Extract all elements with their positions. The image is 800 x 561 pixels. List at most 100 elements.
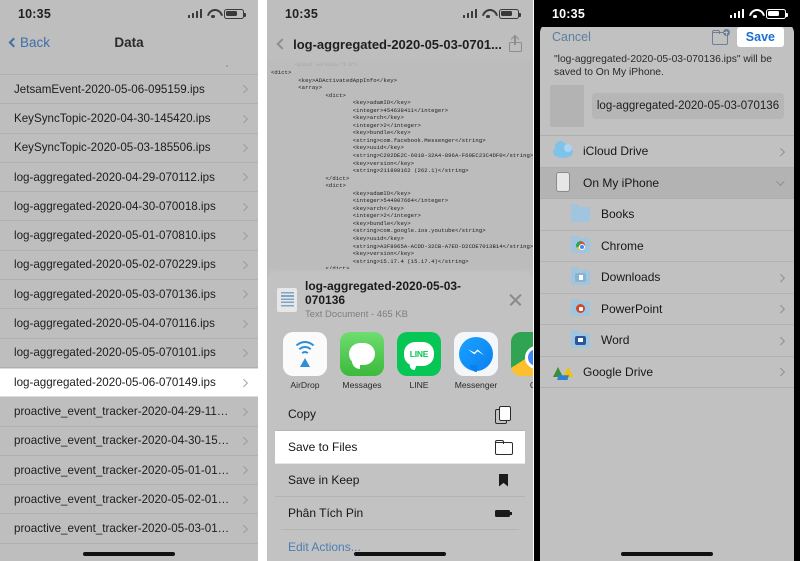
share-app-item[interactable]: AirDrop <box>283 332 327 390</box>
file-list-item[interactable]: proactive_event_tracker-2020-05-02-01334… <box>0 485 258 515</box>
xml-preview: <plist version="1.0"> <dict> <key>ADActi… <box>267 61 533 269</box>
file-name: proactive_event_tracker-2020-04-30-15093… <box>14 434 233 448</box>
back-button[interactable]: Back <box>8 35 50 50</box>
location-item[interactable]: Downloads <box>540 262 794 294</box>
file-list-item[interactable]: proactive_event_tracker-2020-04-30-15093… <box>0 427 258 456</box>
save-button[interactable]: Save <box>736 26 784 47</box>
share-app-label: Messenger <box>454 380 498 390</box>
chevron-right-icon <box>776 336 785 345</box>
phone-screen-file-list: 10:35 Back Data JetsamEvent-2020-05-06-0… <box>0 0 258 561</box>
file-list-item[interactable]: log-aggregated-2020-05-02-070229.ips <box>0 251 258 281</box>
share-app-item[interactable]: Messages <box>340 332 384 390</box>
xml-line: <integer>544007664</integer> <box>271 197 449 205</box>
home-indicator-3 <box>621 552 713 556</box>
file-list-item[interactable]: log-aggregated-2020-05-01-070810.ips <box>0 221 258 251</box>
file-list-item[interactable]: proactive_event_tracker-2020-05-03-01305… <box>0 514 258 544</box>
file-list-item[interactable]: log-aggregated-2020-05-04-070116.ips <box>0 309 258 339</box>
file-list[interactable]: JetsamEvent-2020-05-06-095159.ips KeySync… <box>0 75 258 544</box>
document-title: log-aggregated-2020-05-03-0701... <box>293 36 502 52</box>
file-list-item[interactable]: log-aggregated-2020-04-30-070018.ips <box>0 192 258 222</box>
messages-icon[interactable] <box>340 332 384 376</box>
file-list-item[interactable]: log-aggregated-2020-05-06-070149.ips <box>0 367 258 398</box>
messenger-icon[interactable] <box>454 332 498 376</box>
iphone-icon <box>553 172 574 193</box>
folder-books-icon <box>571 204 592 225</box>
xml-line: <string>A3F8965A-ACDD-32CB-A7ED-D2CDE701… <box>271 242 533 250</box>
file-list-item[interactable]: JetsamEvent-2020-05-06-095159.ips <box>0 75 258 105</box>
new-folder-icon[interactable] <box>711 29 730 45</box>
chevron-right-icon <box>239 173 248 181</box>
icloud-icon <box>553 140 574 162</box>
share-icon[interactable] <box>509 36 522 52</box>
location-item[interactable]: PowerPoint <box>540 294 794 325</box>
file-name: log-aggregated-2020-05-06-070149.ips <box>14 376 216 390</box>
share-action-item[interactable]: Save to Files <box>275 431 525 464</box>
chrome-icon[interactable] <box>511 332 533 376</box>
share-action-item[interactable]: Phân Tích Pin <box>275 497 525 530</box>
file-name: KeySyncTopic-2020-05-03-185506.ips <box>14 141 211 155</box>
folder-word-icon <box>571 330 592 351</box>
document-thumbnail <box>550 85 584 127</box>
xml-line: <dict> <box>271 69 292 76</box>
xml-line: <string>211898162 (262.1)</string> <box>271 167 469 175</box>
location-item[interactable]: Chrome <box>540 231 794 262</box>
share-app-item[interactable]: Messenger <box>454 332 498 390</box>
chevron-down-icon <box>776 177 785 186</box>
xml-body: <dict> <key>ADActivatedAppInfo</key> <ar… <box>271 69 533 269</box>
battery-icon <box>766 8 789 19</box>
share-app-label: LINE <box>409 380 429 390</box>
file-name: JetsamEvent-2020-05-06-095159.ips <box>14 82 205 96</box>
chevron-right-icon <box>239 466 248 474</box>
phone-screen-save-to-files: 10:35 Cancel Save "log-aggregated-2020-0… <box>534 0 800 561</box>
status-bar-2: 10:35 <box>267 0 533 27</box>
file-list-item[interactable]: proactive_event_tracker-2020-05-01-01434… <box>0 456 258 486</box>
location-item[interactable]: iCloud Drive <box>540 136 794 168</box>
close-icon[interactable] <box>508 292 523 307</box>
chevron-right-icon <box>776 304 785 313</box>
location-item[interactable]: Word <box>540 325 794 357</box>
file-list-item[interactable]: log-aggregated-2020-05-03-070136.ips <box>0 280 258 310</box>
location-item[interactable]: On My iPhone <box>540 167 794 199</box>
line-icon[interactable]: LINE <box>397 332 441 376</box>
xml-line: <integer>2</integer> <box>271 121 421 129</box>
chevron-left-icon <box>8 37 19 47</box>
cancel-button[interactable]: Cancel <box>552 30 591 44</box>
edit-actions-button[interactable]: Edit Actions... <box>267 530 533 554</box>
chevron-right-icon <box>239 231 248 240</box>
file-list-item[interactable]: KeySyncTopic-2020-04-30-145420.ips <box>0 104 258 134</box>
share-app-label: AirDrop <box>290 380 320 390</box>
file-list-item[interactable]: log-aggregated-2020-05-05-070101.ips <box>0 339 258 368</box>
share-action-item[interactable]: Copy <box>275 398 525 431</box>
xml-line: <string>com.google.ios.youtube</string> <box>271 227 486 235</box>
share-app-item[interactable]: LINE LINE <box>397 332 441 390</box>
location-list[interactable]: iCloud Drive On My iPhone Books Chrome Downl… <box>540 135 794 388</box>
home-indicator-2 <box>354 552 446 556</box>
wifi-icon <box>207 9 219 18</box>
bookmark-icon <box>495 472 512 489</box>
cellular-bars-icon <box>729 9 744 18</box>
share-app-row[interactable]: AirDrop Messages LINE LINE Messenger C <box>267 328 533 396</box>
chevron-right-icon <box>239 348 248 357</box>
file-list-item[interactable]: log-aggregated-2020-04-29-070112.ips <box>0 163 258 193</box>
filename-row: log-aggregated-2020-05-03-070136 <box>540 85 794 135</box>
three-phone-screenshots: 10:35 Back Data JetsamEvent-2020-05-06-0… <box>0 0 800 561</box>
filename-input[interactable]: log-aggregated-2020-05-03-070136 <box>592 93 784 119</box>
airdrop-icon[interactable] <box>283 332 327 376</box>
chevron-right-icon <box>239 524 248 533</box>
chevron-right-icon <box>239 319 248 328</box>
xml-line: <key>bundle</key> <box>271 129 411 137</box>
file-name: proactive_event_tracker-2020-04-29-11075… <box>14 404 233 418</box>
battery-icon <box>224 8 247 19</box>
chevron-right-icon <box>239 436 248 445</box>
chevron-right-icon <box>239 261 248 269</box>
folder-chrome-icon <box>571 235 592 256</box>
location-item[interactable]: Books <box>540 199 794 231</box>
location-item[interactable]: Google Drive <box>540 357 794 388</box>
file-name: proactive_event_tracker-2020-05-02-01334… <box>14 492 233 506</box>
file-list-item[interactable]: KeySyncTopic-2020-05-03-185506.ips <box>0 134 258 163</box>
file-name: log-aggregated-2020-05-04-070116.ips <box>14 317 215 331</box>
share-action-list[interactable]: Copy Save to Files Save in Keep Phân Tích P… <box>275 398 525 530</box>
share-action-item[interactable]: Save in Keep <box>275 464 525 497</box>
share-app-item[interactable]: C <box>511 332 533 390</box>
file-list-item[interactable]: proactive_event_tracker-2020-04-29-11075… <box>0 397 258 427</box>
